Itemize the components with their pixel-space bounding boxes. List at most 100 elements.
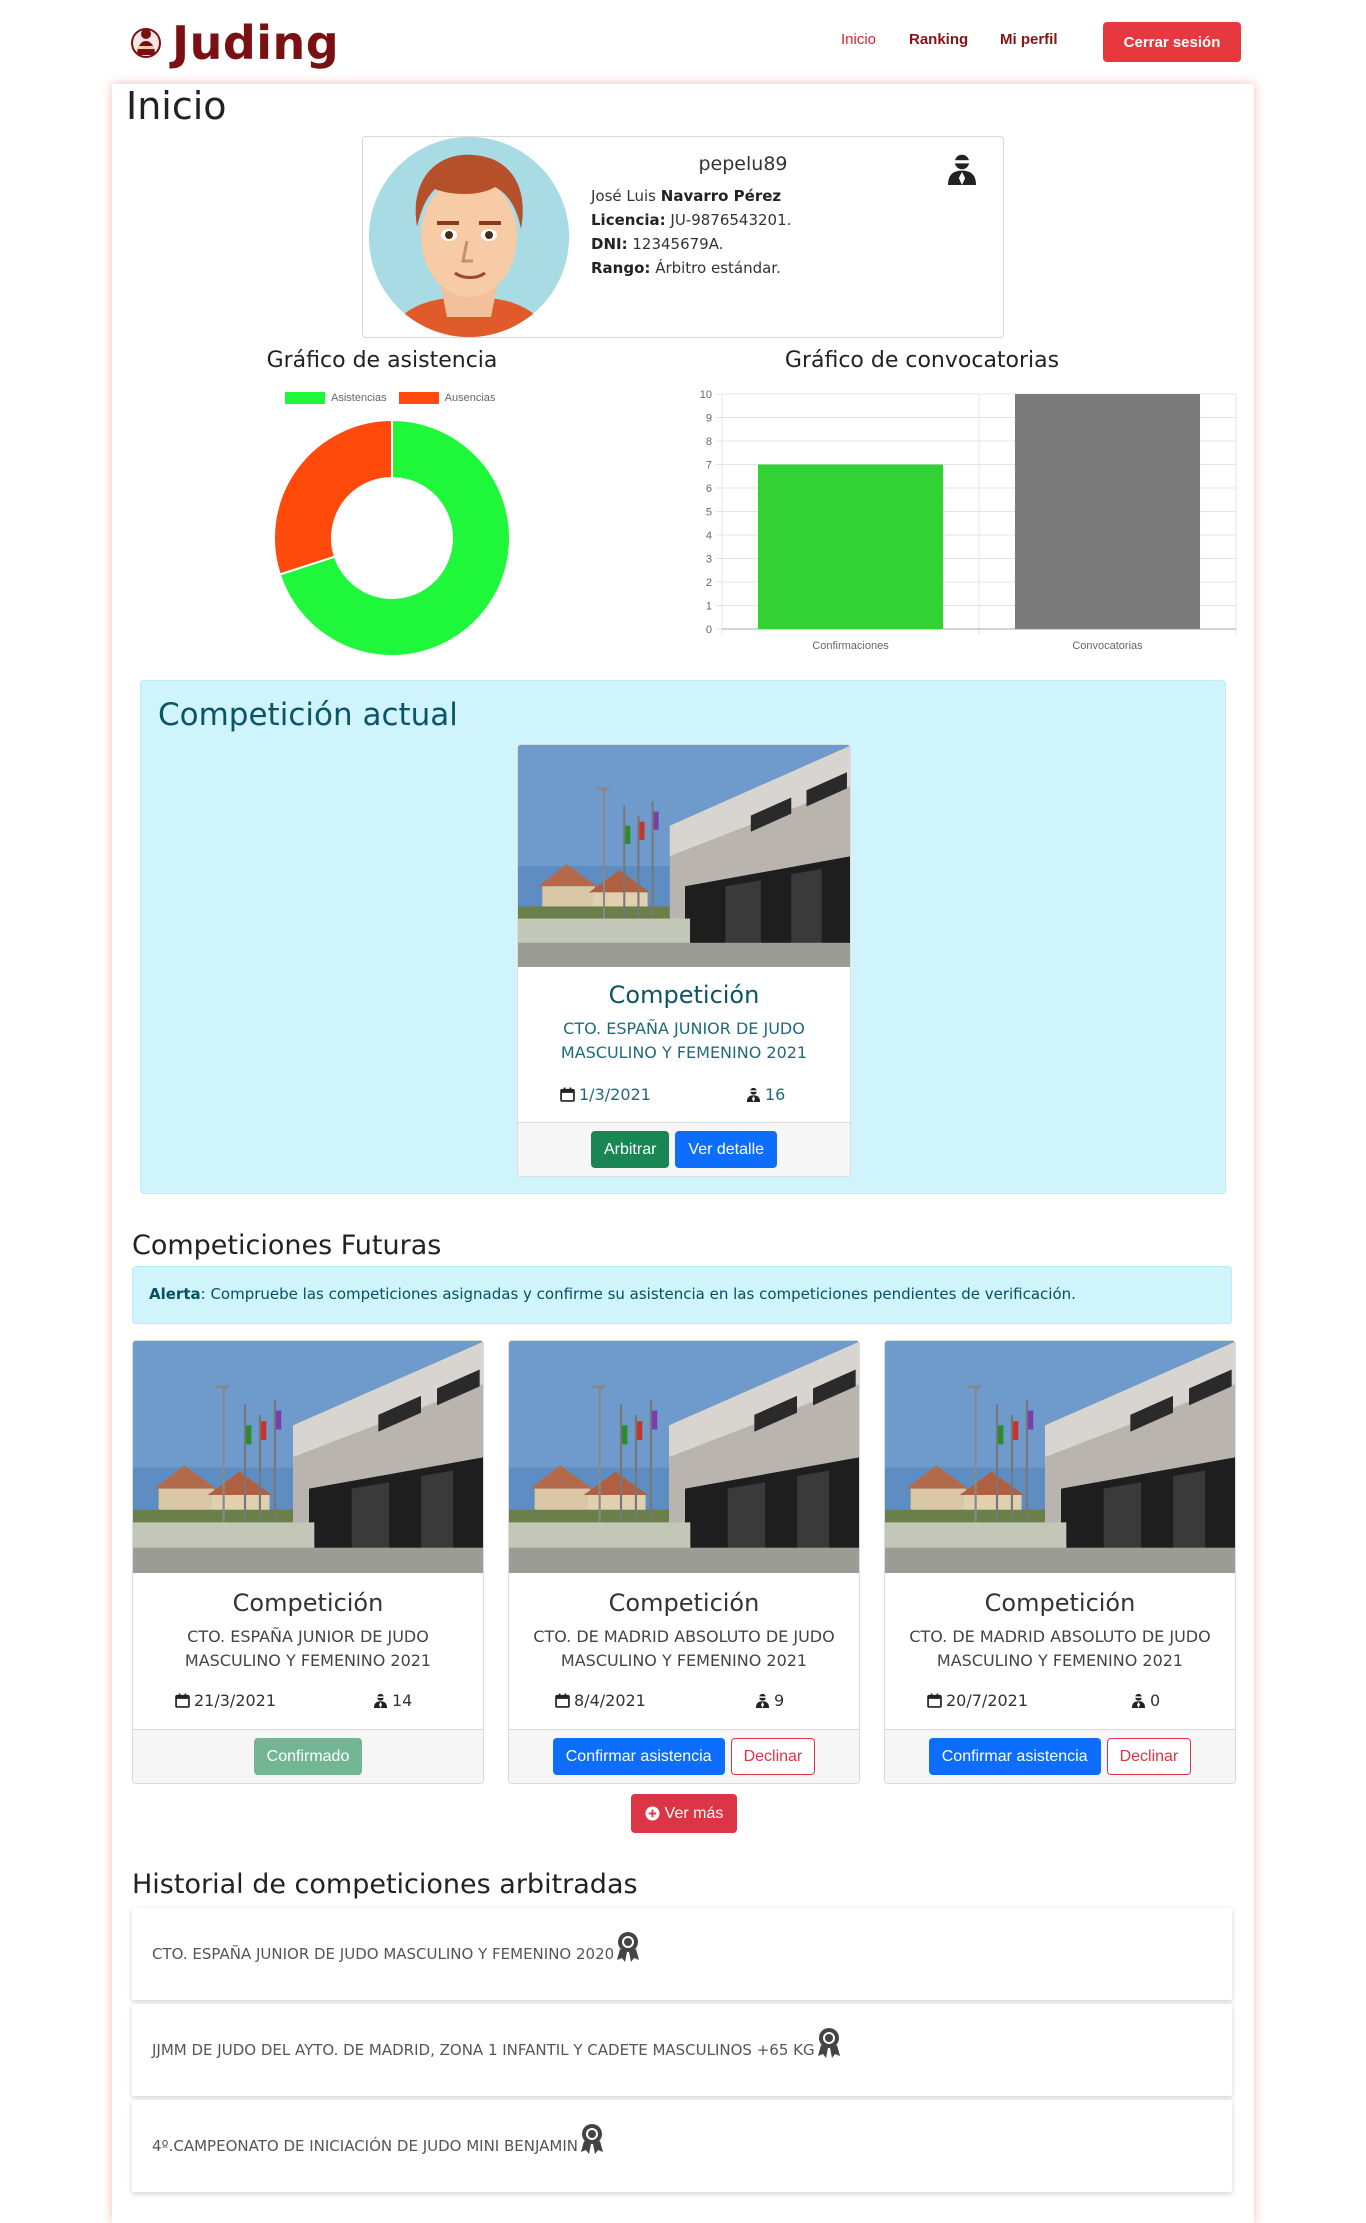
dni-label: DNI: xyxy=(591,235,628,253)
future-competitions-title: Competiciones Futuras xyxy=(132,1230,442,1261)
logout-button[interactable]: Cerrar sesión xyxy=(1103,22,1241,62)
card-date-value: 8/4/2021 xyxy=(574,1691,646,1710)
nav-inicio[interactable]: Inicio xyxy=(841,31,876,48)
calendar-icon xyxy=(175,1693,190,1708)
competition-photo xyxy=(885,1341,1235,1573)
y-tick-label: 1 xyxy=(706,601,712,613)
declinar-button[interactable]: Declinar xyxy=(730,1738,816,1775)
profile-dni: DNI: 12345679A. xyxy=(591,235,724,253)
card-referees: 14 xyxy=(373,1691,412,1710)
license-value: JU-9876543201. xyxy=(670,211,792,229)
calendar-icon xyxy=(927,1693,942,1708)
dni-value: 12345679A. xyxy=(632,235,724,253)
confirmar-asistencia-button[interactable]: Confirmar asistencia xyxy=(552,1738,725,1775)
card-footer: Confirmar asistencia Declinar xyxy=(885,1729,1235,1783)
y-tick-label: 7 xyxy=(706,460,712,472)
competition-photo xyxy=(509,1341,859,1573)
future-competition-card: Competición CTO. DE MADRID ABSOLUTO DE J… xyxy=(508,1340,860,1784)
medal-icon xyxy=(616,1931,640,1963)
current-competition-section: Competición actual Competición CTO. ESPA… xyxy=(140,680,1226,1194)
card-competition-name: CTO. ESPAÑA JUNIOR DE JUDO MASCULINO Y F… xyxy=(560,1019,808,1062)
legend-label-ausencias: Ausencias xyxy=(444,392,496,404)
card-date-value: 20/7/2021 xyxy=(946,1691,1029,1710)
brand[interactable]: Juding xyxy=(128,16,339,70)
card-referees: 0 xyxy=(1131,1691,1160,1710)
nav-mi-perfil[interactable]: Mi perfil xyxy=(1000,31,1058,48)
main-container: Inicio pepelu89 José Luis Navarro Pérez … xyxy=(112,84,1254,2223)
y-tick-label: 9 xyxy=(706,413,712,425)
future-competition-card: Competición CTO. ESPAÑA JUNIOR DE JUDO M… xyxy=(132,1340,484,1784)
convocations-chart-title: Gráfico de convocatorias xyxy=(784,348,1060,373)
referee-icon xyxy=(373,1693,388,1708)
y-tick-label: 10 xyxy=(700,389,712,401)
referee-icon xyxy=(946,151,978,187)
y-tick-label: 0 xyxy=(706,624,712,636)
medal-icon xyxy=(580,2123,604,2155)
x-tick-label: Confirmaciones xyxy=(812,640,889,652)
card-date-value: 21/3/2021 xyxy=(194,1691,277,1710)
legend-label-asistencias: Asistencias xyxy=(331,392,387,404)
attendance-chart-title: Gráfico de asistencia xyxy=(266,348,498,373)
card-footer: Confirmado xyxy=(133,1729,483,1783)
history-item-name: 4º.CAMPEONATO DE INICIACIÓN DE JUDO MINI… xyxy=(152,2137,578,2155)
arbitrar-button[interactable]: Arbitrar xyxy=(590,1131,670,1168)
donut-slice-ausencias xyxy=(273,418,393,576)
current-competition-title: Competición actual xyxy=(158,697,458,733)
y-tick-label: 8 xyxy=(706,436,712,448)
profile-first-name: José Luis xyxy=(591,187,656,205)
confirmado-button[interactable]: Confirmado xyxy=(253,1738,363,1775)
ver-mas-label: Ver más xyxy=(664,1804,724,1822)
card-referees-value: 16 xyxy=(765,1085,786,1104)
x-tick-label: Convocatorias xyxy=(1072,640,1143,652)
nav-ranking[interactable]: Ranking xyxy=(909,31,968,48)
future-competition-card: Competición CTO. DE MADRID ABSOLUTO DE J… xyxy=(884,1340,1236,1784)
current-competition-card: Competición CTO. ESPAÑA JUNIOR DE JUDO M… xyxy=(517,744,851,1177)
competition-photo xyxy=(133,1341,483,1573)
card-referees: 9 xyxy=(755,1691,784,1710)
ver-mas-button[interactable]: Ver más xyxy=(631,1794,737,1833)
card-title: Competición xyxy=(608,1589,760,1617)
card-date: 20/7/2021 xyxy=(927,1691,1028,1710)
competition-photo xyxy=(518,745,850,967)
declinar-button[interactable]: Declinar xyxy=(1106,1738,1192,1775)
history-item[interactable]: CTO. ESPAÑA JUNIOR DE JUDO MASCULINO Y F… xyxy=(132,1908,1232,2000)
calendar-icon xyxy=(560,1087,575,1102)
history-item[interactable]: JJMM DE JUDO DEL AYTO. DE MADRID, ZONA 1… xyxy=(132,2004,1232,2096)
judo-logo-icon xyxy=(131,28,161,58)
brand-name: Juding xyxy=(172,16,340,70)
bar-confirmaciones xyxy=(757,464,944,629)
card-date-value: 1/3/2021 xyxy=(579,1085,651,1104)
profile-username: pepelu89 xyxy=(698,153,788,175)
profile-card: pepelu89 José Luis Navarro Pérez Licenci… xyxy=(362,136,1004,338)
card-competition-name: CTO. ESPAÑA JUNIOR DE JUDO MASCULINO Y F… xyxy=(184,1627,432,1670)
history-title: Historial de competiciones arbitradas xyxy=(132,1869,638,1900)
alert-text: : Compruebe las competiciones asignadas … xyxy=(200,1285,1076,1303)
card-referees-value: 9 xyxy=(774,1691,785,1710)
attendance-donut-chart xyxy=(273,418,511,657)
rank-value: Árbitro estándar. xyxy=(655,259,781,277)
medal-icon xyxy=(817,2027,841,2059)
referee-icon xyxy=(746,1087,761,1102)
card-referees-value: 0 xyxy=(1150,1691,1161,1710)
card-referees-value: 14 xyxy=(392,1691,413,1710)
y-tick-label: 2 xyxy=(706,577,712,589)
history-item-name: JJMM DE JUDO DEL AYTO. DE MADRID, ZONA 1… xyxy=(152,2041,815,2059)
card-competition-name: CTO. DE MADRID ABSOLUTO DE JUDO MASCULIN… xyxy=(533,1627,835,1670)
alert-label: Alerta xyxy=(149,1285,201,1303)
profile-license: Licencia: JU-9876543201. xyxy=(591,211,791,229)
card-date: 1/3/2021 xyxy=(560,1085,651,1104)
bar-convocatorias xyxy=(1014,394,1201,629)
referee-icon xyxy=(755,1693,770,1708)
profile-last-name: Navarro Pérez xyxy=(660,187,782,205)
alert-box: Alerta: Compruebe las competiciones asig… xyxy=(132,1266,1232,1324)
confirmar-asistencia-button[interactable]: Confirmar asistencia xyxy=(928,1738,1101,1775)
history-item[interactable]: 4º.CAMPEONATO DE INICIACIÓN DE JUDO MINI… xyxy=(132,2100,1232,2192)
card-referees: 16 xyxy=(746,1085,785,1104)
ver-detalle-button[interactable]: Ver detalle xyxy=(675,1131,778,1168)
y-tick-label: 6 xyxy=(706,483,712,495)
profile-rank: Rango: Árbitro estándar. xyxy=(591,259,781,277)
y-tick-label: 4 xyxy=(706,530,712,542)
card-date: 8/4/2021 xyxy=(555,1691,646,1710)
rank-label: Rango: xyxy=(591,259,651,277)
avatar xyxy=(369,137,569,337)
